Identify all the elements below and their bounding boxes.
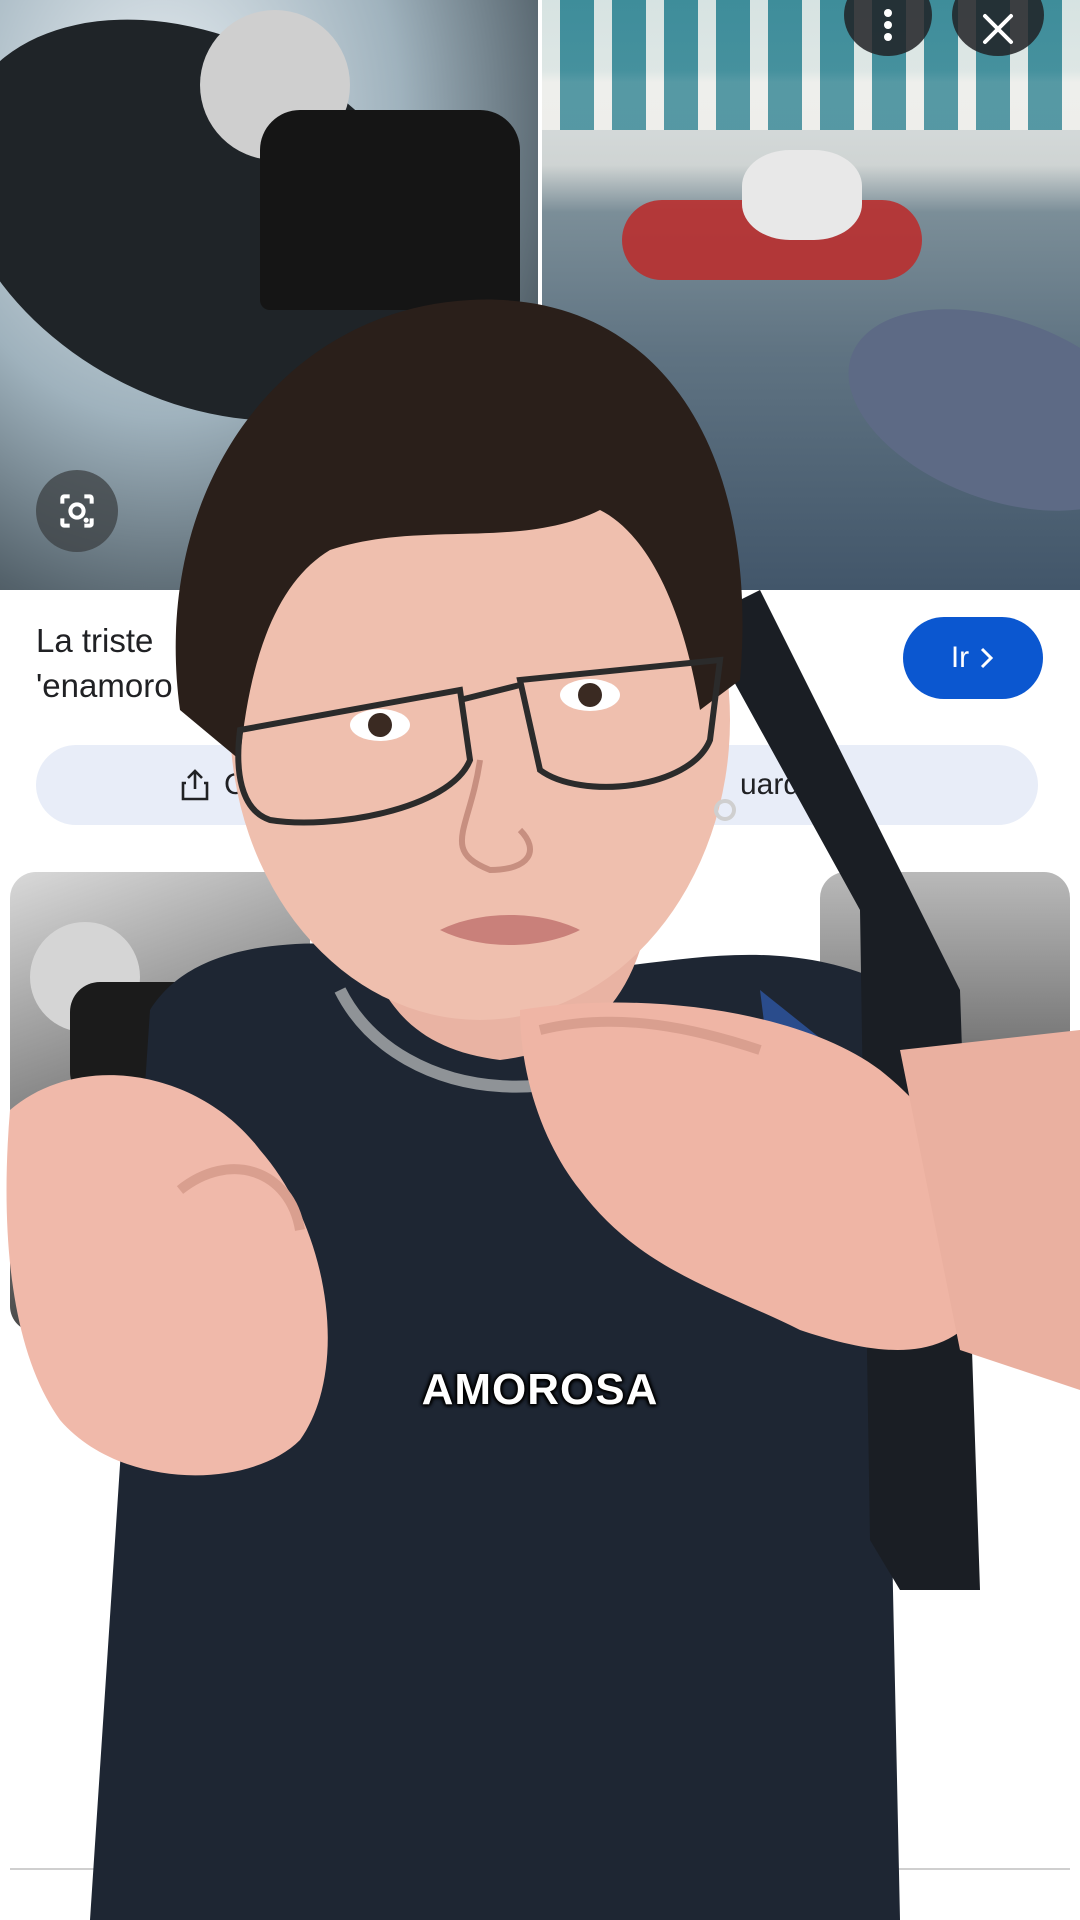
presenter-video-overlay bbox=[6, 299, 1080, 1920]
more-vert-icon bbox=[884, 9, 892, 41]
close-icon bbox=[983, 14, 1013, 44]
video-caption: AMOROSA bbox=[421, 1365, 659, 1414]
